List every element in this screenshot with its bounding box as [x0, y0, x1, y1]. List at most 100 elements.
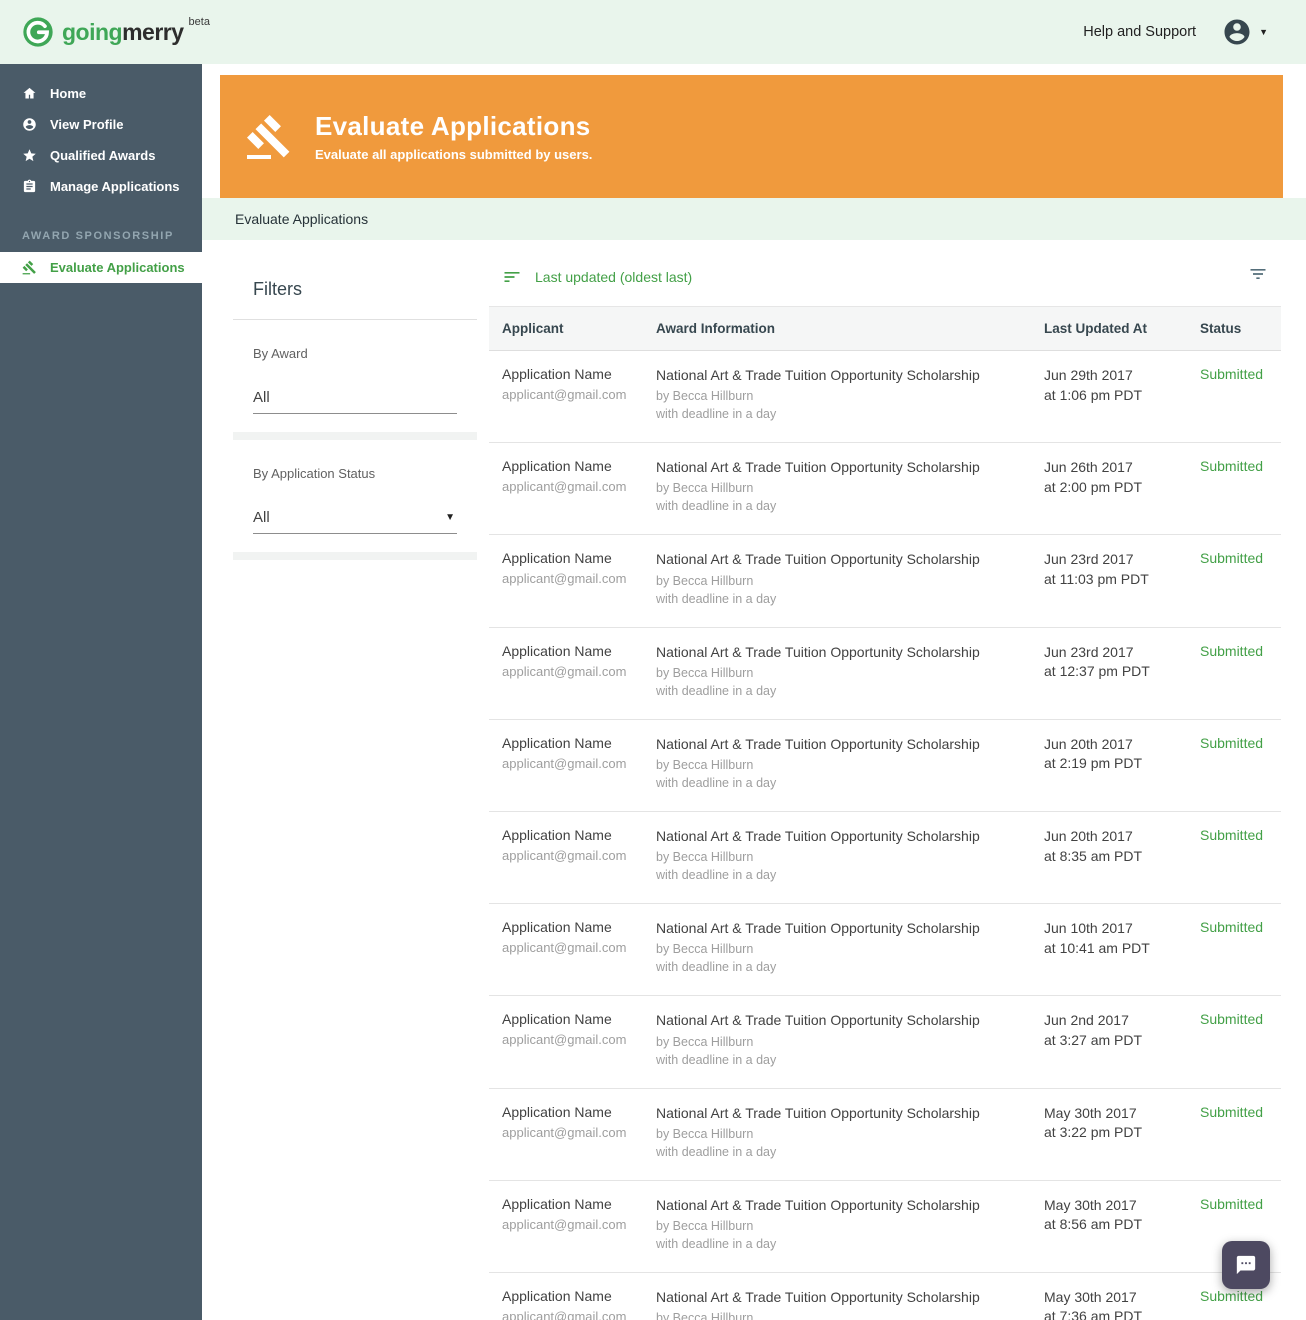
column-header-last-updated-at: Last Updated At	[1044, 321, 1148, 336]
status-badge: Submitted	[1200, 826, 1264, 843]
content-row: Filters By Award By Application Status A…	[202, 240, 1306, 1320]
sidebar-item-label: View Profile	[50, 117, 124, 132]
last-updated-cell: Jun 23rd 2017 at 11:03 pm PDT	[1044, 550, 1200, 605]
last-updated-cell: Jun 20th 2017 at 8:35 am PDT	[1044, 827, 1200, 882]
award-information-cell: National Art & Trade Tuition Opportunity…	[656, 643, 1044, 698]
applicant-cell: Application Name applicant@gmail.com	[502, 366, 656, 421]
sort-control[interactable]: Last updated (oldest last)	[502, 267, 692, 287]
award-title: National Art & Trade Tuition Opportunity…	[656, 459, 980, 476]
topbar-right: Help and Support ▼	[1083, 17, 1268, 47]
table-row[interactable]: Application Name applicant@gmail.com Nat…	[489, 904, 1281, 997]
account-menu[interactable]: ▼	[1222, 17, 1268, 47]
last-updated-date: Jun 29th 2017	[1044, 367, 1133, 383]
filter-divider	[233, 552, 477, 560]
applicant-cell: Application Name applicant@gmail.com	[502, 1196, 656, 1251]
last-updated-date: May 30th 2017	[1044, 1288, 1137, 1305]
table-row[interactable]: Application Name applicant@gmail.com Nat…	[489, 1181, 1281, 1273]
award-sponsor: by Becca Hillburn	[656, 573, 754, 588]
application-name: Application Name	[502, 458, 612, 475]
applicant-email: applicant@gmail.com	[502, 479, 627, 495]
applicant-email: applicant@gmail.com	[502, 847, 627, 863]
app-root: going merry beta Help and Support ▼ Home…	[0, 0, 1306, 1320]
main-content: Evaluate Applications Evaluate all appli…	[202, 64, 1306, 1320]
by-award-input[interactable]	[253, 385, 457, 414]
sidebar: Home View Profile Qualified Awards Manag…	[0, 64, 202, 1320]
chat-widget-button[interactable]	[1222, 1241, 1270, 1289]
table-row[interactable]: Application Name applicant@gmail.com Nat…	[489, 812, 1281, 905]
award-deadline: with deadline in a day	[656, 591, 777, 606]
application-name: Application Name	[502, 1103, 612, 1120]
sidebar-item-manage-applications[interactable]: Manage Applications	[0, 171, 202, 202]
sidebar-item-label: Qualified Awards	[50, 148, 156, 163]
beta-badge: beta	[188, 16, 210, 28]
award-information-cell: National Art & Trade Tuition Opportunity…	[656, 366, 1044, 421]
status-badge: Submitted	[1200, 550, 1264, 567]
status-badge: Submitted	[1200, 642, 1264, 659]
goingmerry-logo-icon	[22, 16, 54, 48]
award-title: National Art & Trade Tuition Opportunity…	[656, 920, 980, 937]
status-badge: Submitted	[1200, 734, 1264, 751]
last-updated-cell: May 30th 2017 at 7:36 am PDT	[1044, 1288, 1200, 1320]
last-updated-time: at 2:00 pm PDT	[1044, 478, 1143, 495]
filter-list-button[interactable]	[1248, 264, 1268, 289]
award-sponsor: by Becca Hillburn	[656, 665, 754, 680]
column-header-applicant: Applicant	[502, 321, 564, 336]
gavel-icon	[22, 260, 36, 275]
by-application-status-select[interactable]: All ▼	[253, 505, 457, 534]
application-name: Application Name	[502, 1287, 612, 1304]
last-updated-cell: May 30th 2017 at 8:56 am PDT	[1044, 1196, 1200, 1251]
award-information-cell: National Art & Trade Tuition Opportunity…	[656, 735, 1044, 790]
last-updated-date: Jun 26th 2017	[1044, 459, 1133, 476]
application-name: Application Name	[502, 1011, 612, 1028]
breadcrumb: Evaluate Applications	[202, 198, 1306, 240]
applicant-email: applicant@gmail.com	[502, 755, 627, 771]
table-row[interactable]: Application Name applicant@gmail.com Nat…	[489, 628, 1281, 720]
applications-list: Application Name applicant@gmail.com Nat…	[489, 351, 1281, 1320]
award-sponsor: by Becca Hillburn	[656, 850, 754, 865]
application-name: Application Name	[502, 826, 612, 843]
filter-divider	[233, 432, 477, 440]
application-name: Application Name	[502, 550, 612, 567]
table-row[interactable]: Application Name applicant@gmail.com Nat…	[489, 351, 1281, 444]
last-updated-date: Jun 20th 2017	[1044, 735, 1133, 752]
award-deadline: with deadline in a day	[656, 683, 777, 698]
award-deadline: with deadline in a day	[656, 960, 777, 975]
sidebar-item-home[interactable]: Home	[0, 78, 202, 109]
last-updated-time: at 7:36 am PDT	[1044, 1308, 1143, 1320]
table-row[interactable]: Application Name applicant@gmail.com Nat…	[489, 1273, 1281, 1320]
status-badge: Submitted	[1200, 366, 1264, 382]
avatar-icon	[1224, 19, 1250, 45]
help-and-support-link[interactable]: Help and Support	[1083, 24, 1196, 40]
table-row[interactable]: Application Name applicant@gmail.com Nat…	[489, 443, 1281, 536]
table-row[interactable]: Application Name applicant@gmail.com Nat…	[489, 720, 1281, 812]
award-title: National Art & Trade Tuition Opportunity…	[656, 1012, 980, 1029]
column-header-award-information: Award Information	[656, 321, 776, 336]
status-badge: Submitted	[1200, 1103, 1264, 1120]
award-title: National Art & Trade Tuition Opportunity…	[656, 367, 980, 383]
sidebar-item-view-profile[interactable]: View Profile	[0, 109, 202, 140]
sidebar-item-qualified-awards[interactable]: Qualified Awards	[0, 140, 202, 171]
award-information-cell: National Art & Trade Tuition Opportunity…	[656, 1196, 1044, 1251]
by-application-status-label: By Application Status	[253, 466, 376, 481]
sidebar-section-award-sponsorship: AWARD SPONSORSHIP	[22, 230, 174, 242]
last-updated-date: Jun 10th 2017	[1044, 920, 1133, 937]
home-icon	[23, 87, 36, 99]
award-sponsor: by Becca Hillburn	[656, 1311, 754, 1320]
goingmerry-logo[interactable]: going merry beta	[22, 14, 210, 50]
sidebar-item-label: Home	[50, 86, 87, 101]
award-information-cell: National Art & Trade Tuition Opportunity…	[656, 1104, 1044, 1159]
award-information-cell: National Art & Trade Tuition Opportunity…	[656, 1288, 1044, 1320]
table-row[interactable]: Application Name applicant@gmail.com Nat…	[489, 535, 1281, 628]
table-row[interactable]: Application Name applicant@gmail.com Nat…	[489, 996, 1281, 1089]
award-information-cell: National Art & Trade Tuition Opportunity…	[656, 919, 1044, 974]
award-information-cell: National Art & Trade Tuition Opportunity…	[656, 1011, 1044, 1066]
by-award-label: By Award	[253, 346, 308, 361]
sidebar-item-evaluate-applications[interactable]: Evaluate Applications	[0, 252, 202, 283]
last-updated-time: at 8:56 am PDT	[1044, 1216, 1143, 1233]
award-sponsor: by Becca Hillburn	[656, 389, 754, 404]
breadcrumb-item[interactable]: Evaluate Applications	[235, 211, 368, 227]
last-updated-time: at 1:06 pm PDT	[1044, 386, 1143, 403]
award-deadline: with deadline in a day	[656, 775, 777, 790]
last-updated-cell: Jun 23rd 2017 at 12:37 pm PDT	[1044, 643, 1200, 698]
table-row[interactable]: Application Name applicant@gmail.com Nat…	[489, 1089, 1281, 1181]
